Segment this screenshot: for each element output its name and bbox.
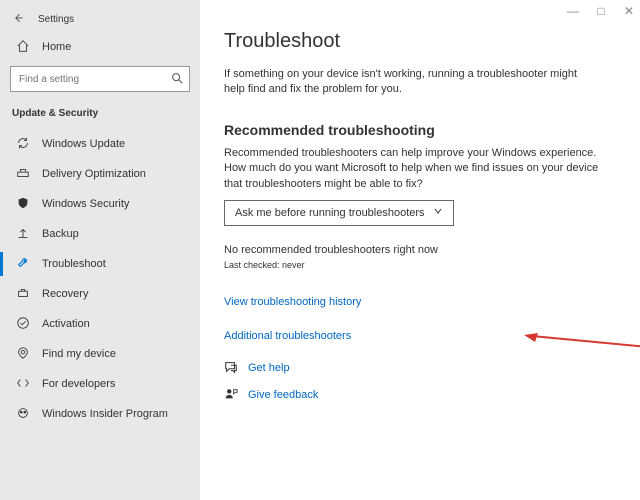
troubleshooter-preference-dropdown[interactable]: Ask me before running troubleshooters [224,200,454,226]
backup-icon [16,226,30,243]
sidebar-item-find-my-device[interactable]: Find my device [0,339,200,369]
give-feedback-row[interactable]: Give feedback [224,387,616,404]
nav-label: Backup [42,228,79,240]
recommended-text: Recommended troubleshooters can help imp… [224,146,604,192]
developers-icon [16,376,30,393]
sidebar-item-for-developers[interactable]: For developers [0,369,200,399]
dropdown-value: Ask me before running troubleshooters [235,207,425,219]
sidebar-item-troubleshoot[interactable]: Troubleshoot [0,249,200,279]
additional-troubleshooters-link[interactable]: Additional troubleshooters [224,330,351,342]
nav-label: Recovery [42,288,88,300]
chevron-down-icon [433,206,443,219]
back-icon[interactable] [12,12,24,27]
sync-icon [16,136,30,153]
shield-icon [16,196,30,213]
get-help-link: Get help [248,362,290,374]
sidebar-category: Update & Security [0,102,200,129]
nav-label: Windows Insider Program [42,408,168,420]
maximize-button[interactable]: □ [594,4,608,18]
wrench-icon [16,256,30,273]
close-button[interactable]: ✕ [622,4,636,18]
sidebar-item-activation[interactable]: Activation [0,309,200,339]
nav-label: Windows Security [42,198,129,210]
window-title: Settings [38,14,74,25]
sidebar-home-label: Home [42,41,71,53]
give-feedback-link: Give feedback [248,389,318,401]
sidebar-item-insider[interactable]: Windows Insider Program [0,399,200,429]
troubleshooting-history-link[interactable]: View troubleshooting history [224,296,361,308]
nav-label: Windows Update [42,138,125,150]
insider-icon [16,406,30,423]
intro-text: If something on your device isn't workin… [224,67,584,98]
nav-label: Activation [42,318,90,330]
nav-label: For developers [42,378,115,390]
search-wrap [10,66,190,92]
sidebar-home[interactable]: Home [0,32,200,62]
search-icon [170,71,184,85]
topbar: Settings [0,6,200,32]
sidebar: Settings Home Update & Security Windows … [0,0,200,500]
main-content: ― □ ✕ Troubleshoot If something on your … [200,0,640,500]
feedback-icon [224,387,238,404]
nav-label: Troubleshoot [42,258,106,270]
recovery-icon [16,286,30,303]
location-icon [16,346,30,363]
check-circle-icon [16,316,30,333]
get-help-row[interactable]: Get help [224,360,616,377]
recommended-heading: Recommended troubleshooting [224,122,616,138]
sidebar-item-windows-security[interactable]: Windows Security [0,189,200,219]
delivery-icon [16,166,30,183]
nav-label: Delivery Optimization [42,168,146,180]
sidebar-item-recovery[interactable]: Recovery [0,279,200,309]
sidebar-item-backup[interactable]: Backup [0,219,200,249]
no-recommended-text: No recommended troubleshooters right now [224,244,616,256]
chat-icon [224,360,238,377]
search-input[interactable] [10,66,190,92]
window-controls: ― □ ✕ [566,4,636,18]
last-checked-text: Last checked: never [224,260,616,270]
sidebar-item-delivery-optimization[interactable]: Delivery Optimization [0,159,200,189]
home-icon [16,39,30,56]
minimize-button[interactable]: ― [566,4,580,18]
page-title: Troubleshoot [224,30,616,53]
nav-label: Find my device [42,348,116,360]
sidebar-item-windows-update[interactable]: Windows Update [0,129,200,159]
